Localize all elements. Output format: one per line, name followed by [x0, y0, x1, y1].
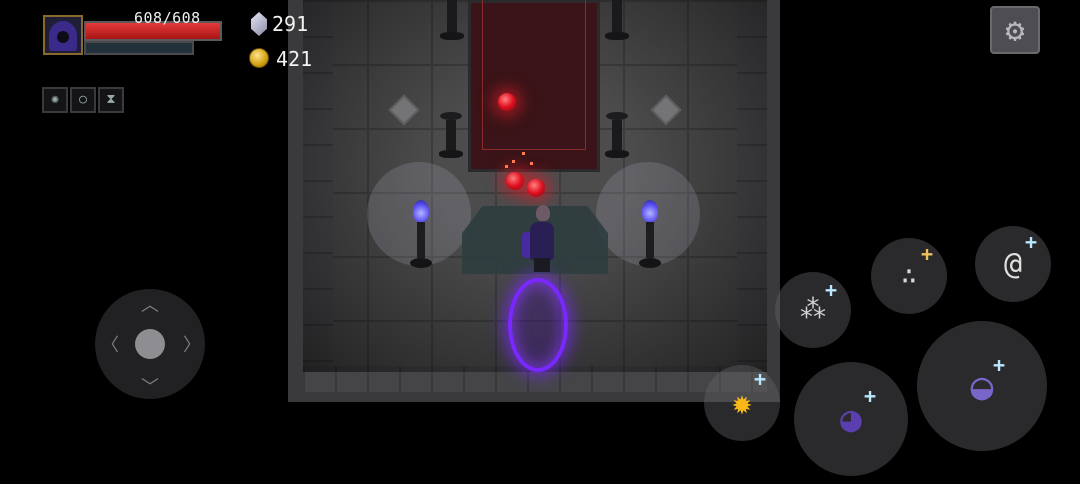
purple-portal	[508, 278, 568, 372]
hooded-dash-skill-button[interactable]: ◕ +	[794, 362, 908, 476]
pillar	[439, 112, 463, 158]
spiral-slash-skill-button[interactable]: @ +	[975, 226, 1051, 302]
player-legs	[534, 258, 550, 272]
upgrade-plus-icon: +	[754, 367, 767, 391]
player-character	[530, 222, 554, 260]
hooded-mage-dash-icon: ◕	[840, 398, 862, 440]
upgrade-plus-icon: +	[921, 242, 934, 266]
dark-ring-icon: ○	[70, 87, 96, 113]
triple-orb-icon: ∴	[901, 261, 917, 291]
red-orb-projectile	[527, 179, 545, 197]
player-avatar[interactable]	[43, 15, 83, 55]
ember-spark	[522, 152, 525, 155]
upgrade-plus-icon: +	[993, 353, 1006, 377]
fire-burst-icon: ✹	[731, 383, 753, 423]
ember-spark	[505, 165, 508, 168]
arrow-right-icon: 〉	[183, 335, 201, 356]
spirit-summon-icon: ⁂	[800, 295, 826, 325]
movement-joystick[interactable]: ︿ ﹀ 〈 〉	[95, 289, 205, 399]
joystick-knob[interactable]	[135, 329, 165, 359]
hooded-mage-icon: ◒	[970, 364, 994, 408]
spiral-slash-icon: @	[1003, 246, 1023, 282]
spirit-summon-skill-button[interactable]: ⁂ +	[775, 272, 851, 348]
settings-button[interactable]: ⚙	[990, 6, 1040, 54]
status-effects: ✺ ○ ⧗	[42, 87, 124, 113]
arrow-up-icon: ︿	[141, 295, 159, 316]
ember-spark	[530, 162, 533, 165]
basic-attack-button[interactable]: ◒ +	[917, 321, 1047, 451]
portrait-face	[57, 31, 69, 43]
arrow-down-icon: ﹀	[141, 377, 159, 398]
mana-bar	[84, 41, 194, 55]
crystal-count: 291	[272, 12, 309, 36]
carpet-trim	[482, 0, 586, 150]
red-orb-projectile	[498, 93, 516, 111]
player-head	[536, 205, 550, 221]
gold-coin-icon	[249, 48, 269, 68]
pillar	[605, 0, 629, 44]
gold-count: 421	[276, 47, 313, 71]
gear-icon: ⚙	[1005, 11, 1025, 49]
health-text: 608/608	[134, 9, 201, 27]
pillar	[440, 0, 464, 44]
ember-spark	[512, 160, 515, 163]
upgrade-plus-icon: +	[864, 384, 877, 408]
upgrade-plus-icon: +	[1025, 230, 1038, 254]
crystal-icon	[251, 12, 267, 36]
hourglass-icon: ⧗	[98, 87, 124, 113]
red-orb-projectile	[506, 172, 524, 190]
blue-flame-brazier	[410, 200, 432, 268]
triple-orb-skill-button[interactable]: ∴ +	[871, 238, 947, 314]
blue-flame-brazier	[639, 200, 661, 268]
spiked-orb-icon: ✺	[42, 87, 68, 113]
upgrade-plus-icon: +	[825, 278, 838, 302]
arrow-left-icon: 〈	[101, 335, 119, 356]
pillar	[605, 112, 629, 158]
fire-burst-skill-button[interactable]: ✹ +	[704, 365, 780, 441]
